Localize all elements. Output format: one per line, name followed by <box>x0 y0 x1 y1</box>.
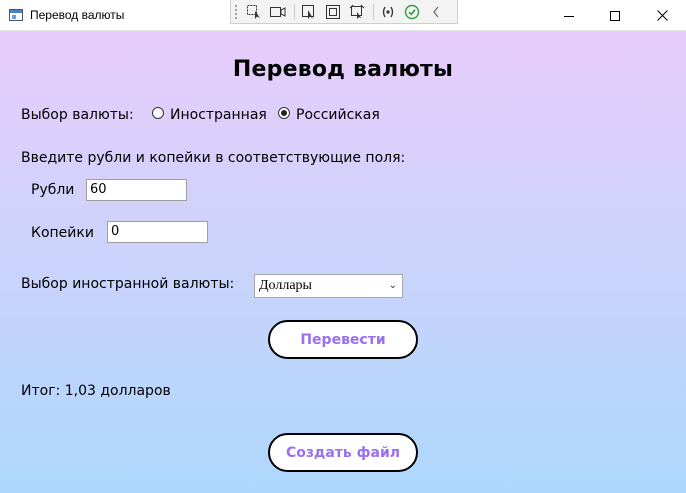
foreign-currency-label: Выбор иностранной валюты: <box>21 276 235 292</box>
instructions-text: Введите рубли и копейки в соответствующи… <box>21 150 406 166</box>
currency-choice-label: Выбор валюты: <box>21 107 134 123</box>
radio-foreign-label[interactable]: Иностранная <box>170 107 267 123</box>
page-heading: Перевод валюты <box>232 57 454 82</box>
minimize-icon <box>564 15 574 17</box>
app-window-icon <box>9 9 23 21</box>
foreign-currency-select[interactable]: Доллары ⌄ <box>254 274 403 298</box>
create-file-button[interactable]: Создать файл <box>268 433 418 472</box>
binding-icon[interactable] <box>377 2 399 22</box>
maximize-icon <box>610 10 620 21</box>
toolbar-grip[interactable] <box>234 4 238 20</box>
check-icon[interactable] <box>401 2 423 22</box>
foreign-currency-selected-value: Доллары <box>259 278 312 293</box>
result-text: Итог: 1,03 долларов <box>21 383 171 399</box>
close-icon <box>656 10 668 21</box>
toolbar-separator <box>294 3 295 20</box>
rubles-input[interactable]: 60 <box>86 179 187 201</box>
track-focus-icon[interactable] <box>346 2 368 22</box>
radio-russian-label[interactable]: Российская <box>296 107 380 123</box>
kopecks-input[interactable]: 0 <box>107 221 208 243</box>
pointer-icon[interactable] <box>298 2 320 22</box>
window-title: Перевод валюты <box>30 8 125 22</box>
window-client-area: Перевод валюты Выбор валюты: Иностранная… <box>0 31 686 493</box>
title-bar: Перевод валюты <box>0 0 686 31</box>
radio-foreign[interactable] <box>152 107 164 119</box>
maximize-button[interactable] <box>592 0 638 31</box>
chevron-down-icon: ⌄ <box>388 280 397 291</box>
close-button[interactable] <box>639 0 685 31</box>
select-element-icon[interactable] <box>243 2 265 22</box>
record-icon[interactable] <box>267 2 289 22</box>
rubles-label: Рубли <box>31 182 75 198</box>
radio-russian[interactable] <box>278 107 290 119</box>
kopecks-label: Копейки <box>31 225 94 241</box>
collapse-icon[interactable] <box>425 2 447 22</box>
convert-button[interactable]: Перевести <box>268 320 418 359</box>
minimize-button[interactable] <box>546 0 592 31</box>
frame-icon[interactable] <box>322 2 344 22</box>
debug-toolbar <box>230 0 458 24</box>
toolbar-separator <box>373 3 374 20</box>
